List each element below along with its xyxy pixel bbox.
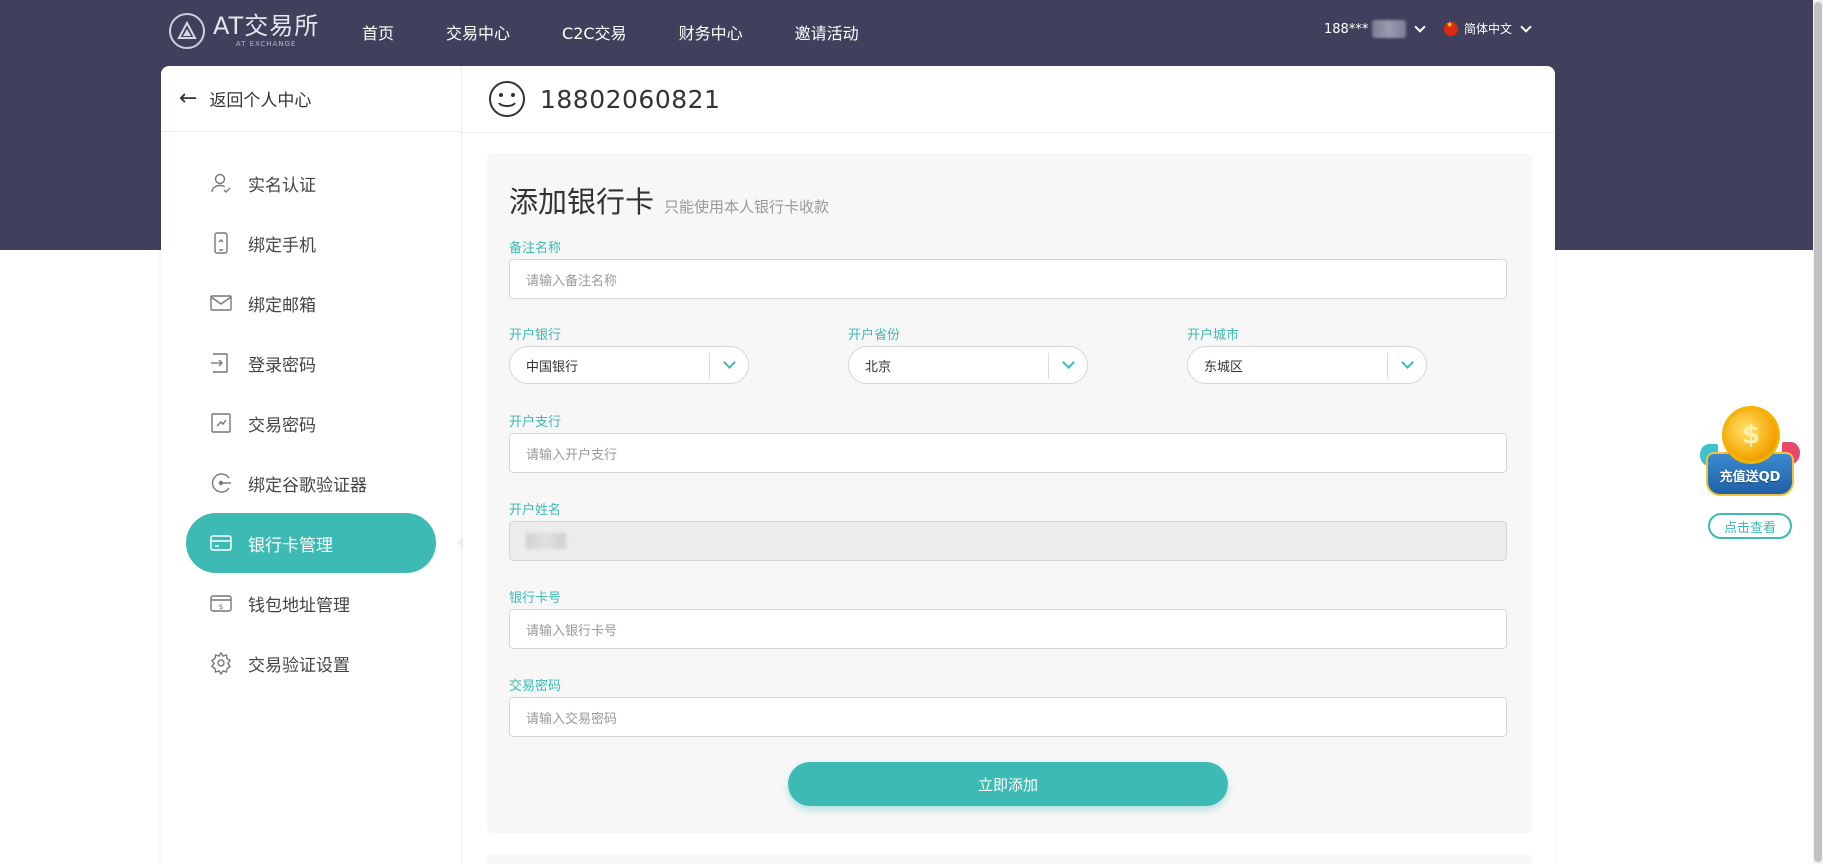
promo-badge-text: 充值送QD [1719, 470, 1781, 485]
scrollbar-thumb[interactable] [1814, 2, 1822, 862]
recharge-promo-widget[interactable]: $ 充值送QD 点击查看 [1700, 398, 1800, 543]
brand-name: AT交易所 [213, 12, 320, 40]
sidebar-item-label: 绑定谷歌验证器 [248, 475, 367, 496]
gear-icon [208, 650, 234, 676]
scrollbar-track[interactable] [1813, 0, 1823, 864]
sidebar-item-label: 登录密码 [248, 355, 316, 376]
coin-icon: $ [1722, 406, 1780, 464]
account-number: 18802060821 [540, 84, 721, 114]
add-bank-card-form: 添加银行卡 只能使用本人银行卡收款 备注名称 请输入备注名称 开户银行 中国银行… [487, 153, 1532, 833]
nav-item-trade-center[interactable]: 交易中心 [446, 20, 510, 44]
masked-username [1372, 20, 1407, 38]
account-settings-card: ← 返回个人中心 实名认证 绑定手机 绑定邮箱 登录密码 交易密码 绑定谷歌验证… [161, 66, 1555, 864]
user-account-label: 188*** [1324, 21, 1369, 37]
settings-menu: 实名认证 绑定手机 绑定邮箱 登录密码 交易密码 绑定谷歌验证器 银行卡管理 $… [161, 153, 463, 693]
mail-icon [208, 290, 234, 316]
branch-label: 开户支行 [509, 415, 562, 430]
nav-item-c2c[interactable]: C2C交易 [562, 20, 627, 44]
main-nav: 首页 交易中心 C2C交易 财务中心 邀请活动 [362, 0, 911, 64]
sidebar-item-bind-phone[interactable]: 绑定手机 [186, 213, 436, 273]
user-menu[interactable]: 188*** [1324, 20, 1426, 38]
account-header: 18802060821 [462, 66, 1555, 133]
nav-item-invite[interactable]: 邀请活动 [795, 20, 859, 44]
branch-input[interactable]: 请输入开户支行 [509, 433, 1507, 473]
sidebar-item-bank-card[interactable]: 银行卡管理 [186, 513, 463, 573]
next-section-edge [487, 854, 1532, 864]
holder-name-input [509, 521, 1507, 561]
brand-tagline: AT EXCHANGE [235, 40, 297, 48]
chevron-down-icon [1401, 356, 1414, 369]
sidebar-item-real-name[interactable]: 实名认证 [186, 153, 436, 213]
form-title: 添加银行卡 [509, 185, 655, 219]
user-check-icon [208, 170, 234, 196]
remark-input[interactable]: 请输入备注名称 [509, 259, 1507, 299]
sidebar-item-wallet-address[interactable]: $ 钱包地址管理 [186, 573, 436, 633]
logo-mark-icon [169, 13, 205, 49]
chevron-down-icon [1062, 356, 1075, 369]
holder-name-label: 开户姓名 [509, 503, 562, 518]
sidebar-item-label: 交易密码 [248, 415, 316, 436]
back-label: 返回个人中心 [209, 91, 312, 111]
sidebar-item-bind-email[interactable]: 绑定邮箱 [186, 273, 436, 333]
chevron-down-icon [1520, 20, 1532, 33]
sidebar-item-trade-verification[interactable]: 交易验证设置 [186, 633, 436, 693]
trade-password-input[interactable]: 请输入交易密码 [509, 697, 1507, 737]
arrow-left-icon: ← [179, 86, 198, 111]
card-number-input[interactable]: 请输入银行卡号 [509, 609, 1507, 649]
masked-holder-name [526, 533, 566, 549]
bank-select-value: 中国银行 [526, 359, 579, 375]
chevron-down-icon [723, 356, 736, 369]
form-subtitle: 只能使用本人银行卡收款 [664, 198, 830, 216]
sidebar: ← 返回个人中心 实名认证 绑定手机 绑定邮箱 登录密码 交易密码 绑定谷歌验证… [161, 66, 463, 864]
brand-logo[interactable]: AT交易所 AT EXCHANGE [169, 13, 319, 49]
sidebar-item-label: 绑定邮箱 [248, 295, 316, 316]
language-label: 简体中文 [1464, 22, 1513, 36]
sidebar-item-label: 实名认证 [248, 175, 316, 196]
sidebar-item-login-password[interactable]: 登录密码 [186, 333, 436, 393]
svg-text:$: $ [219, 603, 223, 611]
city-select-value: 东城区 [1204, 359, 1244, 375]
sidebar-item-label: 绑定手机 [248, 235, 316, 256]
sidebar-item-label: 银行卡管理 [248, 535, 333, 556]
province-select-value: 北京 [865, 359, 892, 375]
bank-card-icon [208, 530, 234, 556]
top-navigation: AT交易所 AT EXCHANGE 首页 交易中心 C2C交易 财务中心 邀请活… [0, 0, 1813, 64]
province-label: 开户省份 [848, 328, 901, 343]
china-flag-icon [1444, 20, 1458, 36]
promo-view-button[interactable]: 点击查看 [1708, 513, 1792, 539]
remark-label: 备注名称 [509, 241, 562, 256]
sidebar-item-trade-password[interactable]: 交易密码 [186, 393, 436, 453]
nav-item-finance[interactable]: 财务中心 [679, 20, 743, 44]
card-number-label: 银行卡号 [509, 591, 562, 606]
sidebar-item-google-auth[interactable]: 绑定谷歌验证器 [186, 453, 436, 513]
bank-select[interactable]: 中国银行 [509, 346, 749, 384]
wallet-icon: $ [208, 590, 234, 616]
phone-icon [208, 230, 234, 256]
bank-label: 开户银行 [509, 328, 562, 343]
back-to-profile[interactable]: ← 返回个人中心 [161, 66, 461, 132]
chevron-down-icon [1414, 21, 1426, 33]
city-label: 开户城市 [1187, 328, 1240, 343]
smiley-icon [489, 81, 525, 117]
trade-password-label: 交易密码 [509, 679, 562, 694]
login-icon [208, 350, 234, 376]
sidebar-item-label: 钱包地址管理 [248, 595, 350, 616]
language-selector[interactable]: 简体中文 [1444, 20, 1532, 37]
nav-item-home[interactable]: 首页 [362, 20, 394, 44]
city-select[interactable]: 东城区 [1187, 346, 1427, 384]
province-select[interactable]: 北京 [848, 346, 1088, 384]
sidebar-item-label: 交易验证设置 [248, 655, 350, 676]
trade-password-icon [208, 410, 234, 436]
add-bank-card-button[interactable]: 立即添加 [788, 762, 1228, 806]
google-auth-icon [208, 470, 234, 496]
